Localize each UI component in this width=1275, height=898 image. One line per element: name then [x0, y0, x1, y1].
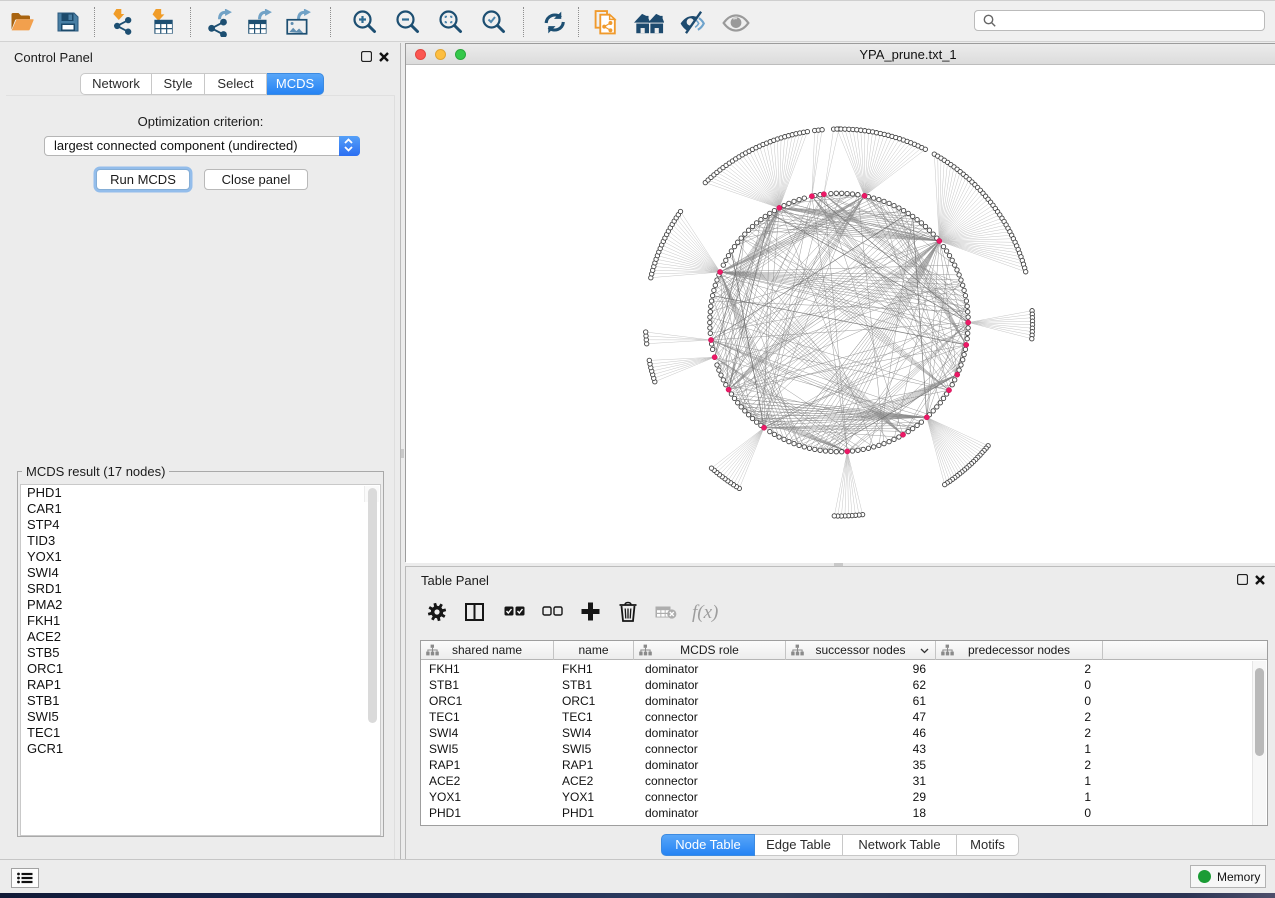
svg-text:f(x): f(x): [692, 602, 718, 623]
